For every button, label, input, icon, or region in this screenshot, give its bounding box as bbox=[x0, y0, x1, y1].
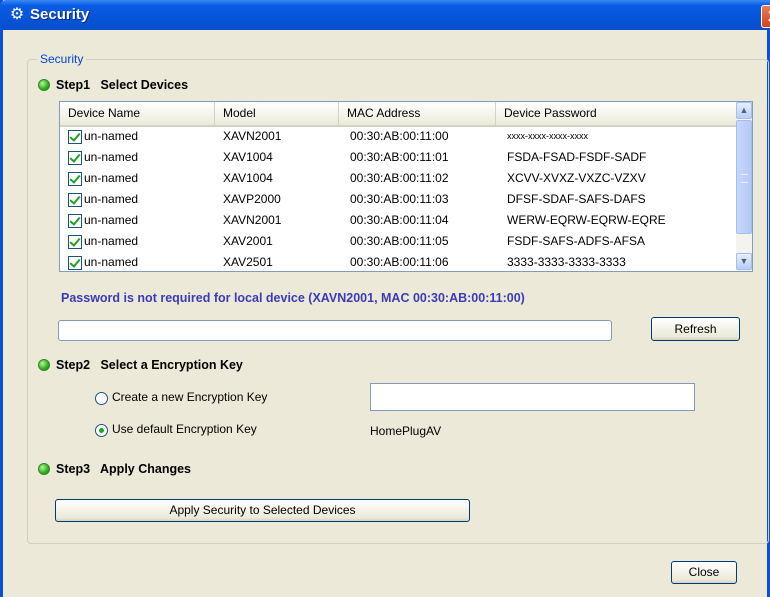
device-mac-cell: 00:30:AB:00:11:04 bbox=[350, 213, 449, 227]
step2-title: Select a Encryption Key bbox=[100, 358, 243, 372]
step1-status-icon bbox=[38, 79, 50, 91]
table-row[interactable]: un-named XAV1004 00:30:AB:00:11:02 XCVV-XVX… bbox=[60, 168, 736, 189]
step3-title: Apply Changes bbox=[100, 462, 192, 476]
group-legend: Security bbox=[37, 52, 87, 66]
device-name-cell: un-named bbox=[84, 213, 139, 227]
apply-security-button[interactable]: Apply Security to Selected Devices bbox=[55, 499, 470, 522]
step1-heading: Step1 Select Devices bbox=[56, 78, 188, 92]
title-bar[interactable]: ⚙ Security X bbox=[0, 0, 770, 30]
encryption-key-input[interactable] bbox=[370, 383, 695, 411]
device-model-cell: XAVN2001 bbox=[223, 129, 282, 143]
device-mac-cell: 00:30:AB:00:11:06 bbox=[350, 255, 449, 269]
scroll-down-icon[interactable]: ▼ bbox=[736, 253, 752, 270]
column-model[interactable]: Model bbox=[215, 102, 339, 125]
table-row[interactable]: un-named XAV2501 00:30:AB:00:11:06 3333-333… bbox=[60, 252, 736, 271]
device-checkbox[interactable] bbox=[68, 193, 82, 207]
device-checkbox[interactable] bbox=[68, 172, 82, 186]
scroll-up-icon[interactable]: ▲ bbox=[736, 102, 752, 119]
device-name-cell: un-named bbox=[84, 171, 139, 185]
device-checkbox[interactable] bbox=[68, 235, 82, 249]
device-password-cell: WERW-EQRW-EQRW-EQRE bbox=[507, 213, 666, 227]
device-mac-cell: 00:30:AB:00:11:03 bbox=[350, 192, 449, 206]
device-checkbox[interactable] bbox=[68, 214, 82, 228]
step1-title: Select Devices bbox=[100, 78, 189, 92]
device-name-cell: un-named bbox=[84, 234, 139, 248]
step2-heading: Step2 Select a Encryption Key bbox=[56, 358, 243, 372]
device-model-cell: XAV2501 bbox=[223, 255, 273, 269]
step1-label: Step1 bbox=[56, 78, 91, 92]
device-name-cell: un-named bbox=[84, 255, 139, 269]
table-row[interactable]: un-named XAV2001 00:30:AB:00:11:05 FSDF-SAF… bbox=[60, 231, 736, 252]
device-password-cell: xxxx-xxxx-xxxx-xxxx bbox=[507, 131, 588, 141]
table-row[interactable]: un-named XAVN2001 00:30:AB:00:11:04 WERW-EQ… bbox=[60, 210, 736, 231]
create-new-key-radio[interactable] bbox=[95, 392, 108, 405]
device-list[interactable]: Device Name Model MAC Address Device Pas… bbox=[59, 101, 753, 272]
device-password-cell: FSDA-FSAD-FSDF-SADF bbox=[507, 150, 647, 164]
device-mac-cell: 00:30:AB:00:11:02 bbox=[350, 171, 449, 185]
use-default-key-radio[interactable] bbox=[95, 424, 108, 437]
close-button[interactable]: Close bbox=[671, 561, 737, 584]
step3-status-icon bbox=[38, 463, 50, 475]
use-default-key-label[interactable]: Use default Encryption Key bbox=[112, 422, 257, 436]
device-mac-cell: 00:30:AB:00:11:00 bbox=[350, 129, 449, 143]
table-row[interactable]: un-named XAV1004 00:30:AB:00:11:01 FSDA-FSA… bbox=[60, 147, 736, 168]
progress-bar bbox=[58, 320, 612, 341]
step3-label: Step3 bbox=[56, 462, 91, 476]
device-name-cell: un-named bbox=[84, 129, 139, 143]
device-mac-cell: 00:30:AB:00:11:05 bbox=[350, 234, 449, 248]
device-checkbox[interactable] bbox=[68, 130, 82, 144]
default-key-value: HomePlugAV bbox=[370, 424, 442, 438]
device-name-cell: un-named bbox=[84, 192, 139, 206]
device-checkbox[interactable] bbox=[68, 256, 82, 270]
device-model-cell: XAVP2000 bbox=[223, 192, 281, 206]
device-password-cell: 3333-3333-3333-3333 bbox=[507, 255, 626, 269]
step2-label: Step2 bbox=[56, 358, 91, 372]
create-new-key-label[interactable]: Create a new Encryption Key bbox=[112, 390, 267, 404]
gear-icon: ⚙ bbox=[9, 6, 25, 23]
device-model-cell: XAV1004 bbox=[223, 150, 273, 164]
device-name-cell: un-named bbox=[84, 150, 139, 164]
device-model-cell: XAV2001 bbox=[223, 234, 273, 248]
step3-heading: Step3 Apply Changes bbox=[56, 462, 191, 476]
close-window-button[interactable]: X bbox=[761, 5, 770, 28]
device-mac-cell: 00:30:AB:00:11:01 bbox=[350, 150, 449, 164]
local-device-note: Password is not required for local devic… bbox=[61, 291, 525, 305]
column-device-password[interactable]: Device Password bbox=[496, 102, 716, 125]
device-list-scrollbar[interactable]: ▲ ▼ bbox=[736, 102, 752, 271]
device-checkbox[interactable] bbox=[68, 151, 82, 165]
refresh-button[interactable]: Refresh bbox=[651, 317, 740, 341]
step2-status-icon bbox=[38, 359, 50, 371]
device-model-cell: XAV1004 bbox=[223, 171, 273, 185]
window-title: Security bbox=[30, 6, 90, 23]
table-row[interactable]: un-named XAVN2001 00:30:AB:00:11:00 xxxx-xx… bbox=[60, 126, 736, 147]
device-list-header: Device Name Model MAC Address Device Pas… bbox=[60, 102, 736, 127]
column-device-name[interactable]: Device Name bbox=[60, 102, 215, 125]
device-password-cell: DFSF-SDAF-SAFS-DAFS bbox=[507, 192, 646, 206]
scroll-thumb[interactable] bbox=[736, 120, 752, 234]
device-model-cell: XAVN2001 bbox=[223, 213, 282, 227]
device-password-cell: FSDF-SAFS-ADFS-AFSA bbox=[507, 234, 646, 248]
table-row[interactable]: un-named XAVP2000 00:30:AB:00:11:03 DFSF-SD… bbox=[60, 189, 736, 210]
column-mac-address[interactable]: MAC Address bbox=[339, 102, 496, 125]
device-password-cell: XCVV-XVXZ-VXZC-VZXV bbox=[507, 171, 646, 185]
